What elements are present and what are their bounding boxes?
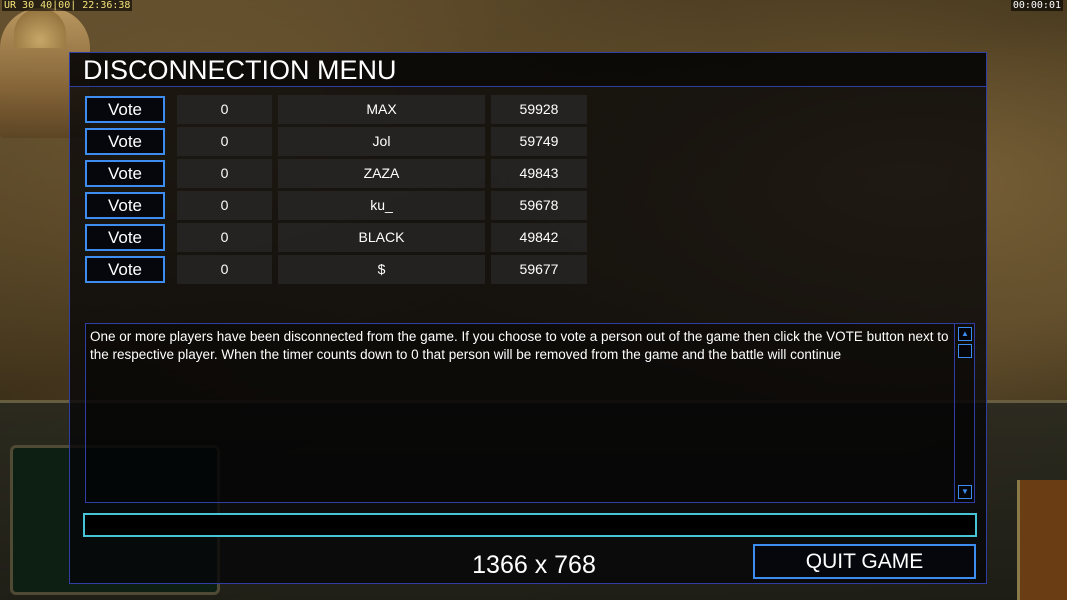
disconnect-message: One or more players have been disconnect… bbox=[90, 329, 949, 362]
vote-count: 0 bbox=[177, 223, 272, 252]
player-row: Vote 0 MAX 59928 bbox=[85, 95, 595, 124]
player-name: BLACK bbox=[278, 223, 485, 252]
player-name: $ bbox=[278, 255, 485, 284]
vote-button[interactable]: Vote bbox=[85, 96, 165, 123]
hud-stats: UR 30 40|00| 22:36:38 bbox=[2, 0, 133, 11]
vote-button[interactable]: Vote bbox=[85, 224, 165, 251]
quit-game-button[interactable]: QUIT GAME bbox=[753, 544, 976, 579]
player-id: 49843 bbox=[491, 159, 587, 188]
player-row: Vote 0 BLACK 49842 bbox=[85, 223, 595, 252]
player-row: Vote 0 ZAZA 49843 bbox=[85, 159, 595, 188]
player-name: ZAZA bbox=[278, 159, 485, 188]
vote-button[interactable]: Vote bbox=[85, 192, 165, 219]
vote-button[interactable]: Vote bbox=[85, 128, 165, 155]
player-row: Vote 0 ku_ 59678 bbox=[85, 191, 595, 220]
player-id: 59928 bbox=[491, 95, 587, 124]
player-row: Vote 0 $ 59677 bbox=[85, 255, 595, 284]
player-name: ku_ bbox=[278, 191, 485, 220]
vote-count: 0 bbox=[177, 127, 272, 156]
vote-button[interactable]: Vote bbox=[85, 256, 165, 283]
vote-count: 0 bbox=[177, 159, 272, 188]
resolution-label: 1366 x 768 bbox=[472, 551, 596, 579]
scrollbar[interactable]: ▲ ▼ bbox=[954, 324, 974, 502]
scroll-down-arrow-icon[interactable]: ▼ bbox=[958, 485, 972, 499]
player-name: Jol bbox=[278, 127, 485, 156]
scroll-thumb[interactable] bbox=[958, 344, 972, 358]
vote-count: 0 bbox=[177, 255, 272, 284]
player-id: 59678 bbox=[491, 191, 587, 220]
player-id: 59749 bbox=[491, 127, 587, 156]
dialog-title: DISCONNECTION MENU bbox=[70, 53, 986, 87]
scroll-up-arrow-icon[interactable]: ▲ bbox=[958, 327, 972, 341]
player-id: 49842 bbox=[491, 223, 587, 252]
chat-input[interactable] bbox=[83, 513, 977, 537]
background-side-panel bbox=[1017, 480, 1067, 600]
vote-button[interactable]: Vote bbox=[85, 160, 165, 187]
hud-timer: 00:00:01 bbox=[1010, 0, 1063, 11]
player-id: 59677 bbox=[491, 255, 587, 284]
player-name: MAX bbox=[278, 95, 485, 124]
player-row: Vote 0 Jol 59749 bbox=[85, 127, 595, 156]
message-box: One or more players have been disconnect… bbox=[85, 323, 975, 503]
vote-count: 0 bbox=[177, 95, 272, 124]
disconnection-dialog: DISCONNECTION MENU Vote 0 MAX 59928 Vote… bbox=[69, 52, 987, 584]
vote-count: 0 bbox=[177, 191, 272, 220]
